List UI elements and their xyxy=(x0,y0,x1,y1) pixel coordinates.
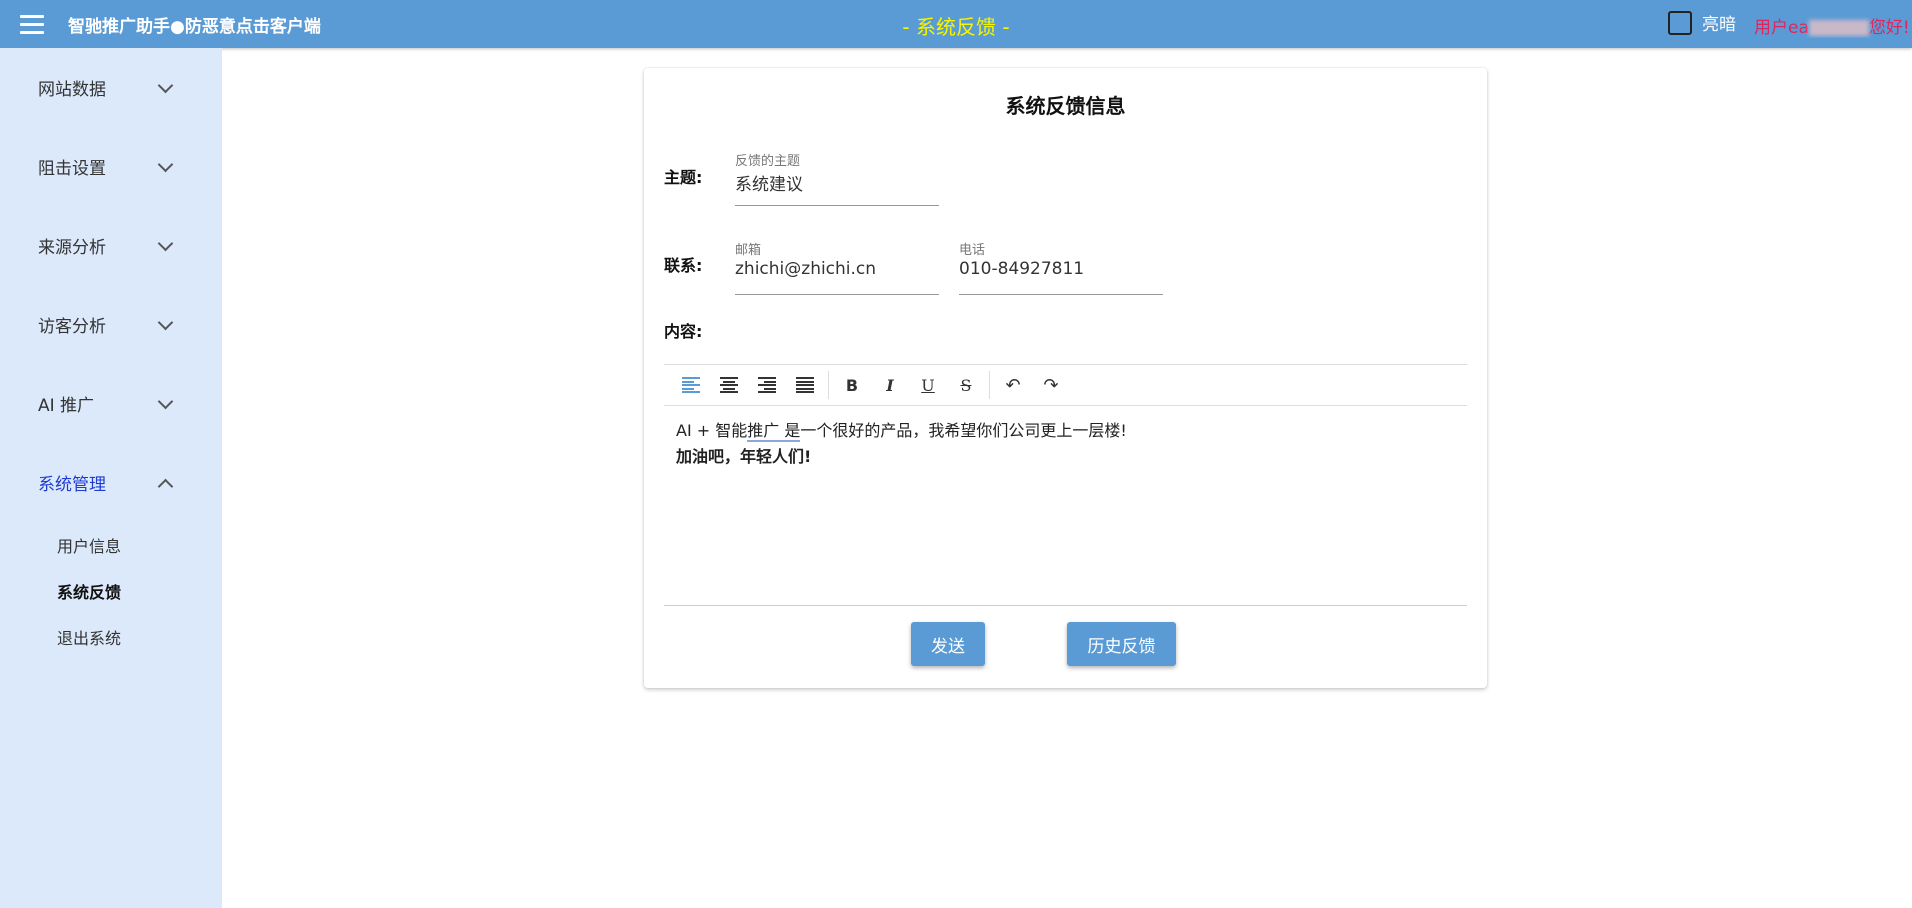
top-app-bar: 智驰推广助手●防恶意点击客户端 - 系统反馈 - 亮暗 用户ea 您好! xyxy=(0,0,1912,48)
toolbar-divider xyxy=(828,371,829,399)
nav-group-website-data[interactable]: 网站数据 xyxy=(0,48,222,127)
phone-input[interactable]: 010-84927811 xyxy=(959,259,1084,279)
content-text-a: AI + 智能 xyxy=(676,421,748,440)
sidebar: 网站数据 阻击设置 来源分析 访客分析 AI 推广 系统管理 用户信息 系统反馈… xyxy=(0,48,222,908)
content-text-b: 推广 是 xyxy=(747,421,801,442)
form-title: 系统反馈信息 xyxy=(1005,94,1126,118)
content-editor[interactable]: AI + 智能推广 是一个很好的产品，我希望你们公司更上一层楼! 加油吧，年轻人… xyxy=(664,406,1467,606)
bold-icon[interactable]: B xyxy=(833,369,871,401)
subject-field-label: 反馈的主题 xyxy=(735,154,801,169)
subject-label: 主题: xyxy=(664,168,703,187)
email-input[interactable]: zhichi@zhichi.cn xyxy=(735,259,876,279)
feedback-card: 系统反馈信息 主题: 反馈的主题 系统建议 联系: 邮箱 zhichi@zhic… xyxy=(644,68,1487,688)
chevron-down-icon xyxy=(157,393,174,409)
sidebar-item-logout[interactable]: 退出系统 xyxy=(0,614,222,660)
chevron-down-icon xyxy=(157,77,174,93)
chevron-down-icon xyxy=(157,156,174,172)
editor-toolbar: B I U S ↶ ↷ xyxy=(664,364,1467,406)
phone-field[interactable]: 电话 010-84927811 xyxy=(959,239,1163,295)
align-justify-icon[interactable] xyxy=(786,369,824,401)
user-greeting-prefix: 用户ea xyxy=(1754,18,1809,38)
send-button[interactable]: 发送 xyxy=(911,622,985,666)
subject-input[interactable]: 系统建议 xyxy=(735,170,803,195)
chevron-up-icon xyxy=(157,478,174,494)
italic-icon[interactable]: I xyxy=(871,369,909,401)
email-field-label: 邮箱 xyxy=(735,243,762,258)
nav-label: 来源分析 xyxy=(38,238,106,258)
nav-group-ai-promotion[interactable]: AI 推广 xyxy=(0,364,222,443)
subject-field[interactable]: 反馈的主题 系统建议 xyxy=(735,150,939,206)
nav-group-system-management[interactable]: 系统管理 xyxy=(0,443,222,522)
app-title: 智驰推广助手●防恶意点击客户端 xyxy=(68,17,321,37)
toolbar-divider xyxy=(989,371,990,399)
nav-label: 网站数据 xyxy=(38,80,106,100)
align-center-icon[interactable] xyxy=(710,369,748,401)
align-right-icon[interactable] xyxy=(748,369,786,401)
nav-label: 阻击设置 xyxy=(38,159,106,179)
content-text-c: 一个很好的产品，我希望你们公司更上一层楼! xyxy=(800,421,1127,440)
history-feedback-button[interactable]: 历史反馈 xyxy=(1067,622,1176,666)
nav-group-block-settings[interactable]: 阻击设置 xyxy=(0,127,222,206)
sidebar-item-user-info[interactable]: 用户信息 xyxy=(0,522,222,568)
theme-checkbox[interactable] xyxy=(1668,10,1692,35)
phone-field-label: 电话 xyxy=(959,243,986,258)
chevron-down-icon xyxy=(157,314,174,330)
nav-label: 访客分析 xyxy=(38,317,106,337)
hamburger-menu-icon[interactable] xyxy=(20,12,48,36)
theme-toggle[interactable]: 亮暗 xyxy=(1668,10,1736,35)
content-label: 内容: xyxy=(664,322,703,341)
nav-group-visitor-analysis[interactable]: 访客分析 xyxy=(0,285,222,364)
nav-label: 系统管理 xyxy=(38,475,106,495)
contact-label: 联系: xyxy=(664,256,703,275)
user-greeting: 用户ea 您好! xyxy=(1754,13,1912,38)
sidebar-item-system-feedback[interactable]: 系统反馈 xyxy=(0,568,222,614)
undo-icon[interactable]: ↶ xyxy=(994,369,1032,401)
strikethrough-icon[interactable]: S xyxy=(947,369,985,401)
nav-label: AI 推广 xyxy=(38,396,95,416)
underline-icon[interactable]: U xyxy=(909,369,947,401)
chevron-down-icon xyxy=(157,235,174,251)
content-line-1: AI + 智能推广 是一个很好的产品，我希望你们公司更上一层楼! xyxy=(676,418,1455,444)
content-line-2: 加油吧，年轻人们! xyxy=(676,447,812,466)
email-field[interactable]: 邮箱 zhichi@zhichi.cn xyxy=(735,239,939,295)
redacted-username xyxy=(1808,20,1869,36)
align-left-icon[interactable] xyxy=(672,369,710,401)
user-greeting-suffix: 您好! xyxy=(1868,18,1910,38)
nav-group-source-analysis[interactable]: 来源分析 xyxy=(0,206,222,285)
redo-icon[interactable]: ↷ xyxy=(1032,369,1070,401)
theme-label: 亮暗 xyxy=(1702,15,1736,35)
